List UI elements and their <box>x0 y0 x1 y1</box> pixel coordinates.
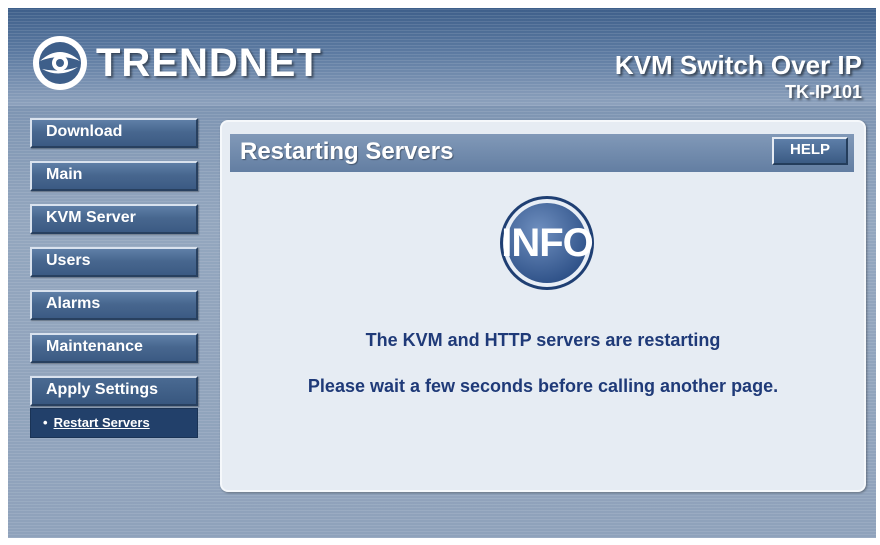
sidebar-item-kvm-server[interactable]: KVM Server <box>30 204 198 234</box>
restart-servers-link[interactable]: Restart Servers <box>54 415 150 430</box>
header-banner: TRENDNET KVM Switch Over IP TK-IP101 <box>8 8 876 106</box>
sidebar-item-apply-settings[interactable]: Apply Settings <box>30 376 198 406</box>
status-message-wait: Please wait a few seconds before calling… <box>307 376 779 396</box>
sidebar-subitem-restart-servers: • Restart Servers <box>30 408 198 438</box>
trendnet-logo: TRENDNET <box>30 36 322 90</box>
sidebar-item-download[interactable]: Download <box>30 118 198 148</box>
sidebar-item-main[interactable]: Main <box>30 161 198 191</box>
help-button[interactable]: HELP <box>772 137 848 165</box>
product-model: TK-IP101 <box>784 82 862 102</box>
info-badge-label: INFO <box>501 221 594 265</box>
info-icon: INFO <box>498 194 596 292</box>
content-panel: Restarting Servers HELP INFO The KVM and… <box>220 120 866 492</box>
sidebar-item-alarms[interactable]: Alarms <box>30 290 198 320</box>
sidebar-item-users[interactable]: Users <box>30 247 198 277</box>
bullet-marker: • <box>43 415 48 430</box>
logo-text: TRENDNET <box>96 40 322 85</box>
trendnet-logo-icon <box>33 36 87 90</box>
panel-header: Restarting Servers HELP <box>230 134 854 172</box>
product-title: KVM Switch Over IP <box>614 50 862 80</box>
sidebar-item-maintenance[interactable]: Maintenance <box>30 333 198 363</box>
page-title: Restarting Servers <box>240 138 454 165</box>
status-message-restarting: The KVM and HTTP servers are restarting <box>365 330 721 350</box>
page-frame: TRENDNET KVM Switch Over IP TK-IP101 Dow… <box>8 8 876 538</box>
